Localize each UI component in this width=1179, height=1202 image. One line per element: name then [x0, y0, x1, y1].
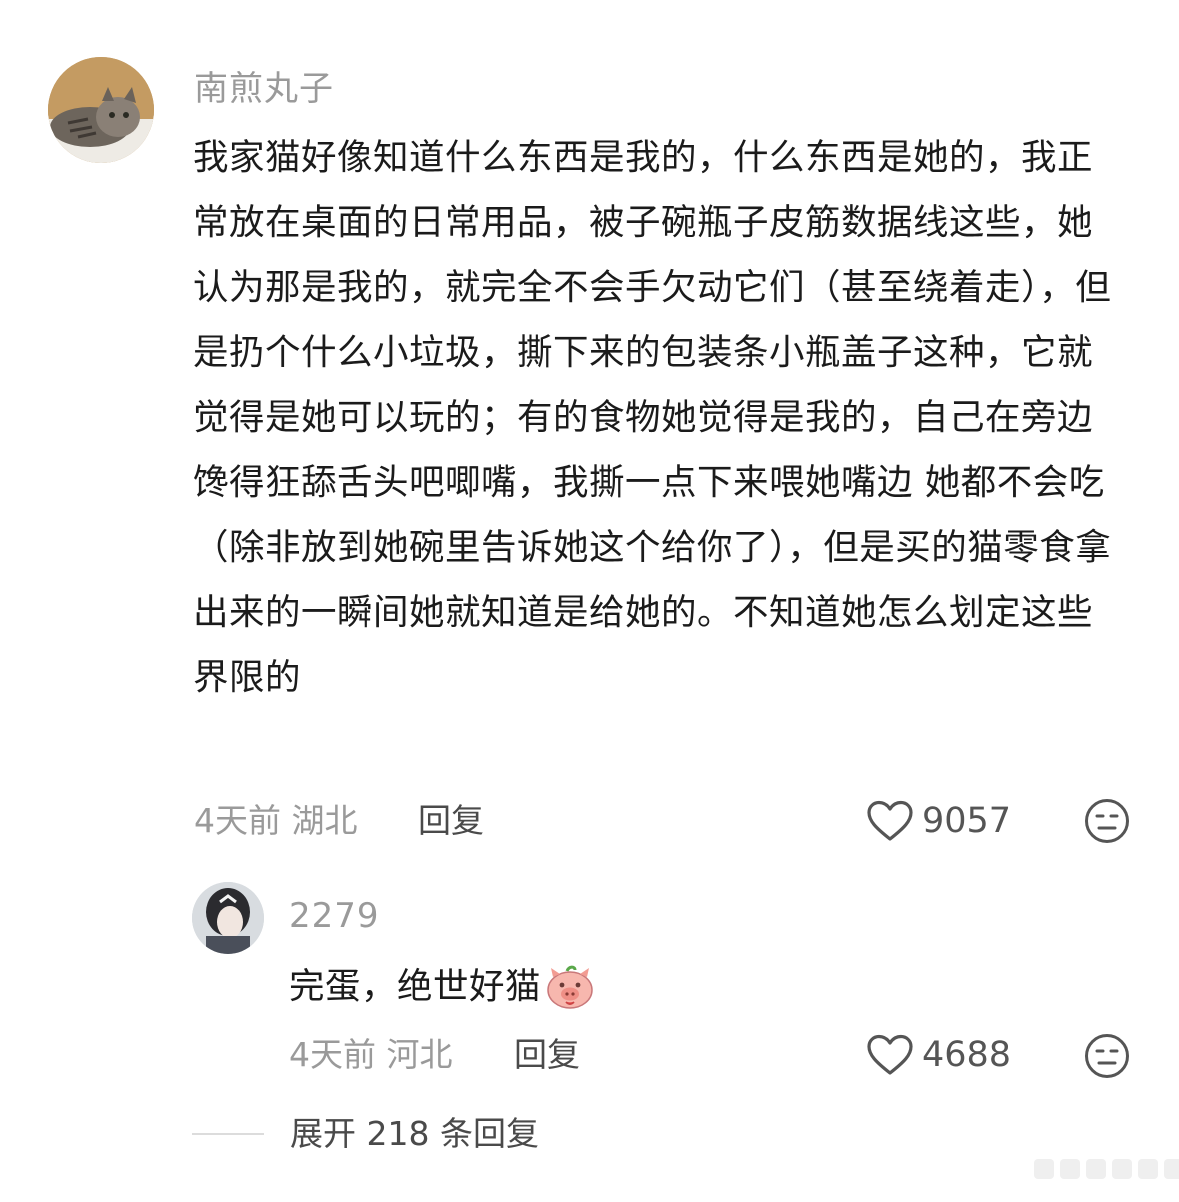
- expand-replies[interactable]: 展开 218 条回复: [192, 1114, 539, 1154]
- comment-username[interactable]: 南煎丸子: [194, 69, 334, 109]
- avatar-cat[interactable]: [48, 57, 154, 163]
- heart-icon: [867, 1034, 913, 1075]
- cat-avatar-image: [48, 57, 154, 163]
- comment-time-location: 4天前 湖北: [194, 801, 358, 840]
- expand-replies-label: 展开 218 条回复: [290, 1114, 539, 1153]
- reply-username[interactable]: 2279: [289, 896, 380, 936]
- avatar-reply-user[interactable]: [192, 882, 264, 954]
- neutral-face-icon[interactable]: [1084, 798, 1130, 844]
- comment-text: 我家猫好像知道什么东西是我的，什么东西是她的，我正常放在桌面的日常用品，被子碗瓶…: [193, 137, 1112, 698]
- heart-icon: [867, 800, 913, 841]
- reply-time-location: 4天前 河北: [289, 1035, 453, 1074]
- reply-text: 完蛋，绝世好猫: [289, 966, 542, 1007]
- user-avatar-image: [192, 882, 264, 954]
- neutral-face-icon[interactable]: [1084, 1033, 1130, 1079]
- pig-face-emoji: [547, 965, 593, 1009]
- reply-reply-button[interactable]: 回复: [514, 1035, 580, 1075]
- comment-reply-button[interactable]: 回复: [418, 801, 484, 841]
- reply-like-count: 4688: [922, 1035, 1012, 1075]
- comment-like-button[interactable]: 9057: [866, 800, 1011, 842]
- comment-like-count: 9057: [922, 801, 1012, 841]
- divider-line: [192, 1133, 264, 1135]
- reply-like-button[interactable]: 4688: [866, 1034, 1011, 1076]
- reply-text-row: 完蛋，绝世好猫: [289, 957, 595, 1017]
- watermark: [1034, 1159, 1179, 1179]
